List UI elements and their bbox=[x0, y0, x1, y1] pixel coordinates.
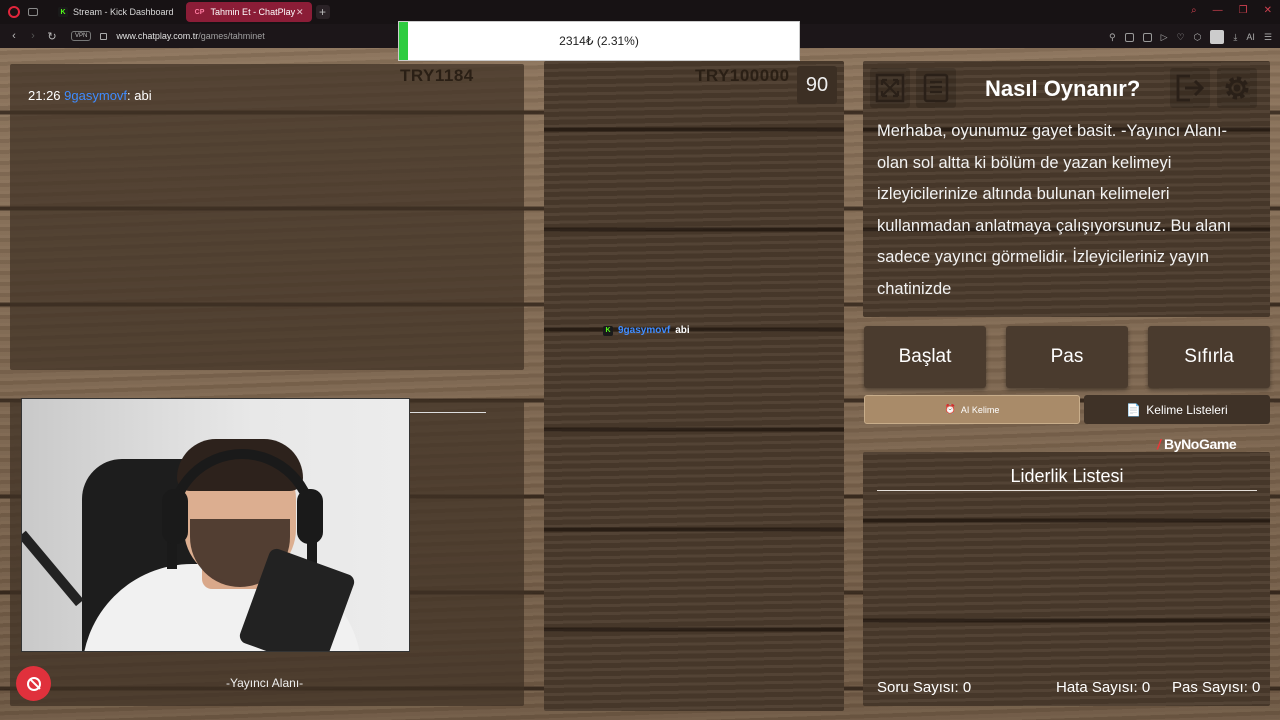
mic-arm-shape bbox=[22, 530, 84, 607]
how-to-text: Merhaba, oyunumuz gayet basit. -Yayıncı … bbox=[877, 122, 1232, 298]
maximize-icon[interactable]: ❐ bbox=[1239, 5, 1248, 16]
bynogame-logo[interactable]: / ByNoGame bbox=[1157, 436, 1237, 452]
settings-button[interactable] bbox=[1217, 68, 1257, 108]
ai-word-label: AI Kelime bbox=[960, 404, 1000, 415]
kick-badge-icon: K bbox=[603, 325, 613, 336]
headset-cup-right bbox=[297, 489, 323, 544]
gear-icon bbox=[1225, 76, 1249, 100]
headset-cup-left bbox=[162, 489, 188, 544]
lock-icon[interactable] bbox=[100, 32, 108, 40]
tab-kick-dashboard[interactable]: K Stream - Kick Dashboard bbox=[50, 2, 182, 22]
error-count-value: 0 bbox=[1141, 679, 1151, 696]
chatplay-favicon-icon: CP bbox=[194, 8, 205, 16]
close-window-icon[interactable]: ✕ bbox=[1264, 5, 1272, 16]
goal-progress-bar: 2314₺ (2.31%) bbox=[398, 21, 800, 61]
timer: 90 bbox=[797, 66, 837, 104]
download-icon[interactable]: ⤓ bbox=[1233, 32, 1237, 43]
question-count-label: Soru Sayısı: bbox=[877, 679, 959, 696]
webcam-feed bbox=[21, 398, 410, 652]
pass-count-value: 0 bbox=[1252, 679, 1261, 696]
ai-icon[interactable]: AI bbox=[1246, 32, 1255, 42]
minimize-icon[interactable]: — bbox=[1213, 5, 1223, 16]
bynogame-name: ByNoGame bbox=[1164, 436, 1237, 452]
pin-icon[interactable]: ⚲ bbox=[1109, 32, 1116, 43]
rules-button[interactable] bbox=[916, 68, 956, 108]
error-count: Hata Sayısı: 0 bbox=[1056, 679, 1150, 696]
vpn-badge[interactable]: VPN bbox=[71, 31, 92, 41]
exit-button[interactable] bbox=[1170, 68, 1210, 108]
shield-icon[interactable] bbox=[1142, 32, 1152, 42]
start-button[interactable]: Başlat bbox=[864, 326, 986, 388]
snapshot-icon[interactable] bbox=[1124, 32, 1134, 42]
ai-word-button[interactable]: ⏰ AI Kelime bbox=[864, 395, 1080, 424]
workspaces-icon[interactable] bbox=[28, 8, 38, 16]
player-icon[interactable]: ▷ bbox=[1161, 32, 1168, 43]
streamer-area-label: -Yayıncı Alanı- bbox=[226, 676, 304, 690]
back-icon[interactable]: ‹ bbox=[9, 30, 19, 42]
word-lists-label: Kelime Listeleri bbox=[1146, 402, 1228, 417]
divider bbox=[410, 412, 486, 413]
search-icon[interactable]: ⌕ bbox=[1191, 5, 1197, 16]
block-icon bbox=[26, 676, 41, 691]
reload-icon[interactable]: ↻ bbox=[47, 30, 57, 43]
url-field[interactable]: www.chatplay.com.tr/games/tahminet bbox=[116, 31, 264, 41]
question-count: Soru Sayısı: 0 bbox=[877, 679, 971, 696]
word-lists-button[interactable]: 📄 Kelime Listeleri bbox=[1084, 395, 1270, 424]
forward-icon[interactable]: › bbox=[28, 30, 38, 42]
center-panel bbox=[544, 61, 844, 711]
new-tab-button[interactable]: + bbox=[315, 5, 330, 19]
reset-button[interactable]: Sıfırla bbox=[1148, 326, 1270, 388]
url-path: /games/tahminet bbox=[198, 31, 265, 41]
profile-avatar[interactable] bbox=[1210, 30, 1225, 44]
chat-message: 21:26 9gasymovf: abi bbox=[28, 88, 152, 103]
error-count-label: Hata Sayısı: bbox=[1056, 679, 1138, 696]
fullscreen-button[interactable] bbox=[870, 68, 910, 108]
bynogame-slash: / bbox=[1157, 436, 1161, 452]
document-icon bbox=[923, 73, 949, 103]
tab-label: Stream - Kick Dashboard bbox=[73, 7, 174, 17]
center-chat-username: 9gasymovf bbox=[618, 325, 671, 336]
center-chat-text: abi bbox=[675, 325, 690, 336]
center-chat-message: K 9gasymovf abi bbox=[603, 325, 690, 336]
block-button[interactable] bbox=[16, 666, 51, 701]
how-to-title: Nasıl Oynanır? bbox=[985, 76, 1141, 101]
pass-count: Pas Sayısı: 0 bbox=[1172, 679, 1260, 696]
robot-icon: ⏰ bbox=[944, 404, 956, 414]
kick-favicon-icon: K bbox=[58, 7, 68, 17]
score-right: TRY100000 bbox=[695, 66, 790, 85]
question-count-value: 0 bbox=[962, 679, 972, 696]
opera-logo-icon[interactable] bbox=[8, 6, 20, 18]
chat-username: 9gasymovf bbox=[64, 88, 128, 103]
close-tab-icon[interactable]: ✕ bbox=[296, 7, 304, 18]
progress-text: 2314₺ (2.31%) bbox=[559, 34, 639, 48]
clipboard-icon: 📄 bbox=[1126, 402, 1142, 417]
chat-text: : abi bbox=[127, 88, 152, 103]
menu-icon[interactable]: ☰ bbox=[1264, 32, 1272, 43]
url-domain: www.chatplay.com.tr bbox=[116, 31, 199, 41]
pass-count-label: Pas Sayısı: bbox=[1172, 679, 1248, 696]
tab-label: Tahmin Et - ChatPlay bbox=[210, 7, 296, 17]
extensions-icon[interactable]: ⬡ bbox=[1194, 32, 1202, 43]
score-left: TRY1184 bbox=[400, 66, 474, 85]
leaderboard-divider bbox=[877, 490, 1257, 491]
tab-chatplay[interactable]: CP Tahmin Et - ChatPlay ✕ bbox=[185, 2, 312, 22]
chat-panel bbox=[10, 64, 524, 370]
leaderboard-title: Liderlik Listesi bbox=[1010, 466, 1124, 486]
pass-button[interactable]: Pas bbox=[1006, 326, 1128, 388]
heart-icon[interactable]: ♡ bbox=[1176, 32, 1184, 43]
chat-time: 21:26 bbox=[28, 88, 61, 103]
exit-icon bbox=[1176, 74, 1205, 102]
expand-icon bbox=[875, 73, 905, 103]
